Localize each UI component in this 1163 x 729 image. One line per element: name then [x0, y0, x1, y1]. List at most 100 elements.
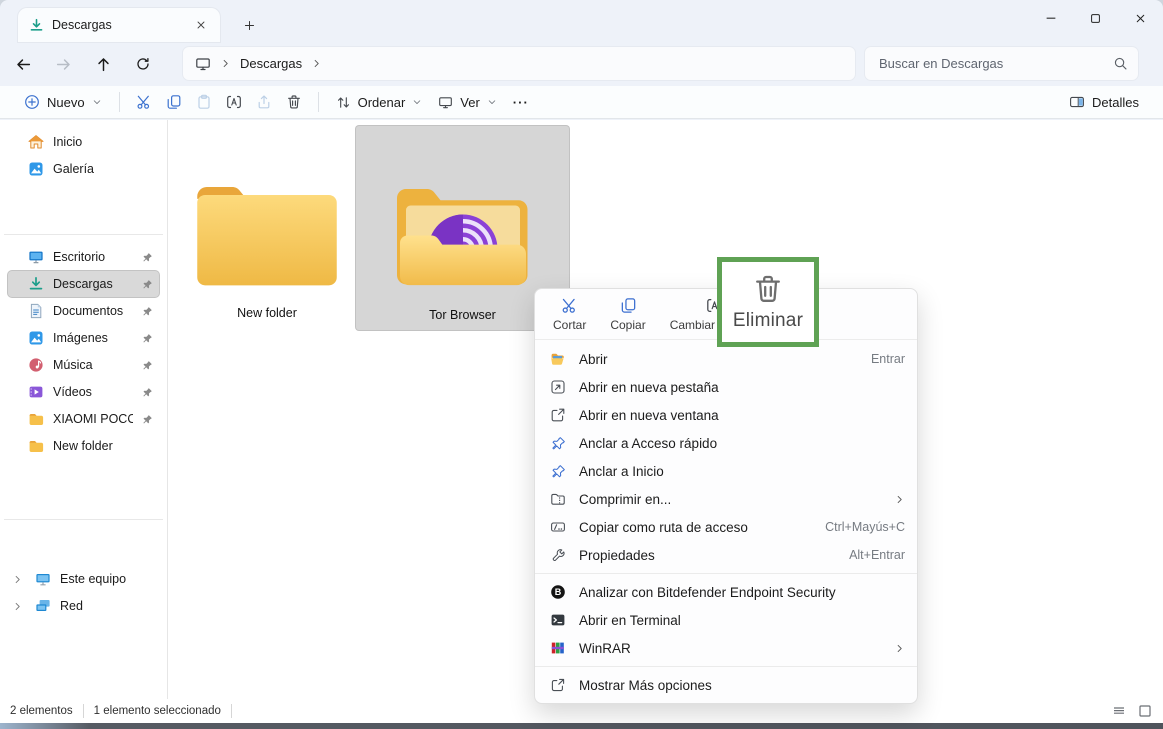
this-pc-icon — [35, 571, 51, 587]
menu-item-anclar-inicio[interactable]: Anclar a Inicio — [535, 457, 917, 485]
rename-button[interactable] — [219, 88, 249, 116]
sidebar-item-descargas[interactable]: Descargas — [8, 271, 159, 297]
thumbnail-view-toggle-icon[interactable] — [1137, 703, 1153, 719]
sidebar-item-galeria[interactable]: Galería — [8, 156, 159, 182]
breadcrumb-item-descargas[interactable]: Descargas — [240, 56, 302, 71]
menu-item-mostrar-mas-opciones[interactable]: Mostrar Más opciones — [535, 671, 917, 699]
copy-quick-action[interactable]: Copiar — [610, 297, 645, 332]
context-menu: Cortar Copiar Cambiar nombre Abrir Entra… — [534, 288, 918, 704]
trash-icon[interactable] — [752, 273, 784, 305]
close-button[interactable] — [1118, 0, 1163, 36]
pin-icon — [549, 434, 567, 452]
annotation-highlight-eliminar: Eliminar — [717, 257, 819, 347]
paste-button[interactable] — [189, 88, 219, 116]
window-bottom-edge — [0, 723, 1163, 729]
status-divider — [231, 704, 232, 718]
sidebar-item-new-folder[interactable]: New folder — [8, 433, 159, 459]
breadcrumb[interactable]: Descargas — [183, 47, 855, 80]
tab-descargas[interactable]: Descargas — [18, 8, 220, 42]
up-button[interactable] — [86, 48, 120, 80]
this-pc-monitor-icon[interactable] — [195, 56, 211, 72]
back-button[interactable] — [6, 48, 40, 80]
sidebar-divider — [4, 234, 163, 235]
copy-button[interactable] — [159, 88, 189, 116]
download-icon — [29, 18, 44, 33]
chevron-down-icon — [487, 97, 497, 107]
refresh-button[interactable] — [126, 48, 160, 80]
chevron-right-icon[interactable] — [12, 601, 26, 612]
items-count: 2 elementos — [10, 705, 73, 717]
breadcrumb-chevron-icon[interactable] — [311, 58, 322, 69]
chevron-right-icon[interactable] — [12, 574, 26, 585]
search-icon[interactable] — [1113, 56, 1128, 71]
sort-button[interactable]: Ordenar — [328, 88, 431, 116]
maximize-button[interactable] — [1073, 0, 1118, 36]
view-button[interactable]: Ver — [430, 88, 505, 116]
tor-folder-icon — [387, 174, 539, 300]
new-tab-button[interactable] — [236, 12, 262, 38]
menu-item-shortcut: Alt+Entrar — [849, 548, 905, 562]
pictures-icon — [28, 330, 44, 346]
search-box[interactable] — [865, 47, 1138, 80]
menu-item-copiar-ruta[interactable]: Copiar como ruta de acceso Ctrl+Mayús+C — [535, 513, 917, 541]
menu-item-shortcut: Ctrl+Mayús+C — [825, 520, 905, 534]
menu-item-propiedades[interactable]: Propiedades Alt+Entrar — [535, 541, 917, 569]
sidebar-item-red[interactable]: Red — [8, 593, 159, 619]
folder-large-icon — [187, 168, 347, 298]
sidebar-spacer — [0, 460, 167, 510]
delete-button[interactable] — [279, 88, 309, 116]
ellipsis-icon: ··· — [513, 95, 529, 110]
search-input[interactable] — [877, 55, 1113, 72]
new-button[interactable]: Nuevo — [16, 88, 110, 116]
sidebar-item-label: Imágenes — [53, 331, 133, 345]
menu-item-comprimir-en[interactable]: Comprimir en... — [535, 485, 917, 513]
view-button-label: Ver — [460, 95, 480, 110]
context-menu-items: Abrir Entrar Abrir en nueva pestaña Abri… — [535, 340, 917, 699]
downloads-icon — [28, 276, 44, 292]
details-view-toggle-icon[interactable] — [1111, 703, 1127, 719]
details-pane-button[interactable]: Detalles — [1061, 88, 1147, 116]
navigation-bar: Descargas — [0, 42, 1163, 86]
file-tile-new-folder[interactable]: New folder — [176, 126, 358, 328]
sidebar-item-label: Música — [53, 358, 133, 372]
sidebar-item-este-equipo[interactable]: Este equipo — [8, 566, 159, 592]
menu-item-abrir-nueva-ventana[interactable]: Abrir en nueva ventana — [535, 401, 917, 429]
open-new-window-icon — [549, 406, 567, 424]
tab-close-icon[interactable] — [190, 14, 212, 36]
menu-item-winrar[interactable]: WinRAR — [535, 634, 917, 662]
menu-item-shortcut: Entrar — [871, 352, 905, 366]
menu-item-label: WinRAR — [579, 641, 882, 656]
home-icon — [28, 134, 44, 150]
menu-item-abrir-terminal[interactable]: Abrir en Terminal — [535, 606, 917, 634]
menu-item-anclar-acceso-rapido[interactable]: Anclar a Acceso rápido — [535, 429, 917, 457]
menu-item-label: Propiedades — [579, 548, 837, 563]
sidebar-item-inicio[interactable]: Inicio — [8, 129, 159, 155]
menu-item-abrir[interactable]: Abrir Entrar — [535, 345, 917, 373]
forward-button[interactable] — [46, 48, 80, 80]
sidebar-item-documentos[interactable]: Documentos — [8, 298, 159, 324]
menu-item-abrir-nueva-pestana[interactable]: Abrir en nueva pestaña — [535, 373, 917, 401]
menu-item-bitdefender[interactable]: Analizar con Bitdefender Endpoint Securi… — [535, 578, 917, 606]
new-button-label: Nuevo — [47, 95, 85, 110]
more-options-button[interactable]: ··· — [505, 88, 537, 116]
sidebar-item-imagenes[interactable]: Imágenes — [8, 325, 159, 351]
share-button[interactable] — [249, 88, 279, 116]
open-folder-icon — [549, 350, 567, 368]
minimize-button[interactable] — [1028, 0, 1073, 36]
sidebar-item-label: Red — [60, 599, 153, 613]
toolbar-separator — [318, 92, 319, 112]
sidebar-item-videos[interactable]: Vídeos — [8, 379, 159, 405]
cut-button[interactable] — [129, 88, 159, 116]
sidebar-item-musica[interactable]: Música — [8, 352, 159, 378]
chevron-down-icon — [412, 97, 422, 107]
sidebar-item-escritorio[interactable]: Escritorio — [8, 244, 159, 270]
tab-bar: Descargas — [0, 0, 1163, 42]
pin-icon — [142, 306, 153, 317]
toolbar-separator — [119, 92, 120, 112]
terminal-icon — [549, 611, 567, 629]
delete-quick-action-label[interactable]: Eliminar — [733, 310, 803, 332]
menu-item-label: Anclar a Acceso rápido — [579, 436, 905, 451]
selected-count: 1 elemento seleccionado — [94, 705, 221, 717]
sidebar-item-xiaomi-poco[interactable]: XIAOMI POCO F — [8, 406, 159, 432]
cut-quick-action[interactable]: Cortar — [553, 297, 586, 332]
